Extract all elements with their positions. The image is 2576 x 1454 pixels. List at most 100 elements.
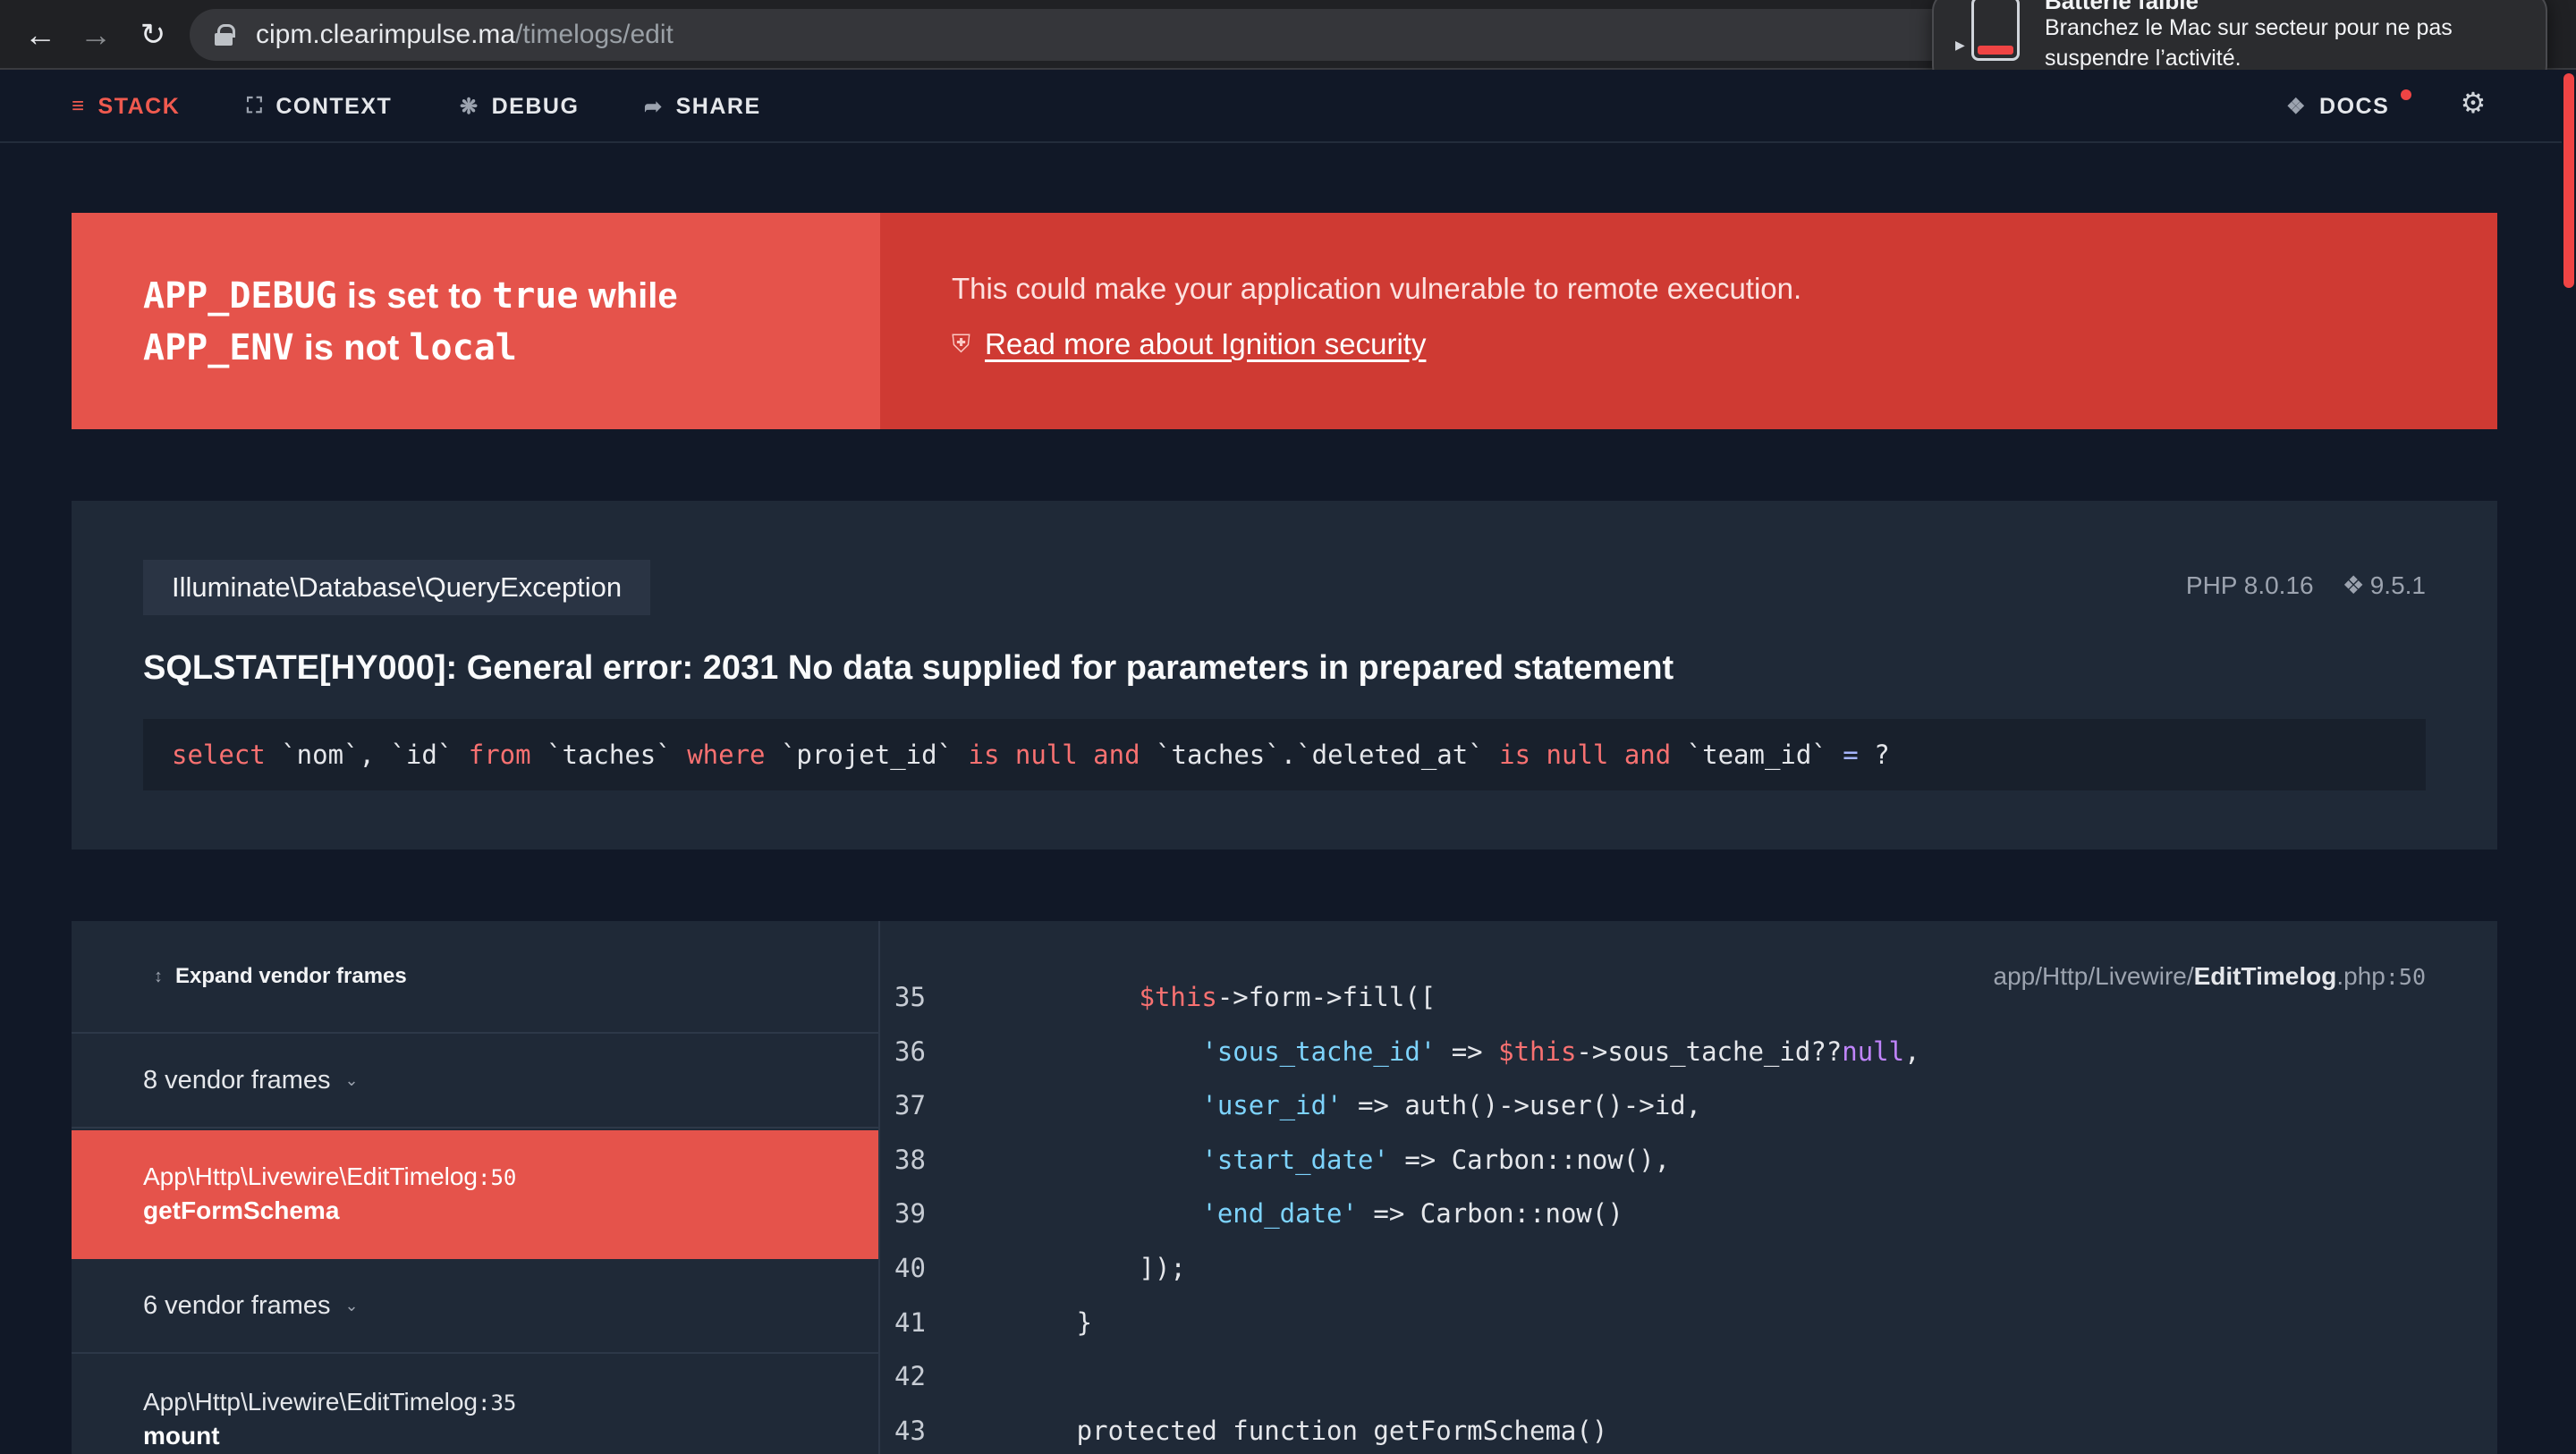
- code-token: ,: [1904, 1036, 1920, 1067]
- sql-token: `taches`.`deleted_at`: [1140, 740, 1500, 770]
- code-line: 35 $this->form->fill([: [880, 982, 2497, 1032]
- version-info: PHP 8.0.16 ❖ 9.5.1: [2186, 571, 2426, 600]
- code-token: }: [952, 1306, 1093, 1338]
- notification-body: Branchez le Mac sur secteur pour ne pas …: [2045, 15, 2453, 71]
- code-token: 'start_date': [1201, 1144, 1389, 1175]
- tab-debug-label: DEBUG: [491, 93, 580, 119]
- forward-arrow-icon[interactable]: →: [75, 14, 116, 55]
- ignition-nav: ≡ STACK ⛶ CONTEXT ❋ DEBUG ➦ SHARE ❖ DOCS: [0, 70, 2562, 143]
- security-warning-title: APP_DEBUG is set to true while APP_ENV i…: [72, 213, 880, 429]
- docs-link[interactable]: ❖ DOCS: [2286, 91, 2389, 122]
- frame-method: mount: [143, 1422, 220, 1450]
- gear-icon[interactable]: ⚙: [2458, 87, 2488, 119]
- frame-line-number: :50: [478, 1165, 517, 1190]
- exception-message: SQLSTATE[HY000]: General error: 2031 No …: [143, 649, 1674, 687]
- code-token: ->sous_tache_id??: [1576, 1036, 1843, 1067]
- tab-stack-label: STACK: [97, 93, 181, 119]
- true-code: true: [492, 275, 579, 317]
- frame-class-name: App\Http\Livewire\EditTimelog: [143, 1388, 479, 1416]
- chevron-down-icon: ⌄: [344, 1070, 359, 1089]
- stack-frame-selected[interactable]: App\Http\Livewire\EditTimelog:50 getForm…: [72, 1130, 878, 1259]
- frame-class: App\Http\Livewire\EditTimelog:35: [143, 1388, 878, 1416]
- tab-stack[interactable]: ≡ STACK: [72, 91, 180, 122]
- line-number: 43: [894, 1415, 926, 1446]
- security-link-row: ⛨ Read more about Ignition security: [952, 327, 2497, 361]
- lock-icon[interactable]: [215, 24, 235, 46]
- laravel-icon: ❖: [2286, 94, 2308, 119]
- code-viewer: app/Http/Livewire/EditTimelog.php:50 35 …: [880, 921, 2497, 1454]
- code-token: null: [1842, 1036, 1905, 1067]
- address-bar[interactable]: cipm.clearimpulse.ma/timelogs/edit: [190, 9, 2140, 61]
- code-line: 38 'start_date' => Carbon::now(),: [880, 1145, 2497, 1195]
- tab-debug[interactable]: ❋ DEBUG: [460, 91, 579, 122]
- tab-context[interactable]: ⛶ CONTEXT: [247, 91, 392, 122]
- security-warning-details: This could make your application vulnera…: [880, 213, 2497, 429]
- sql-token: `taches`: [530, 740, 688, 770]
- laravel-icon: ❖: [2342, 571, 2365, 599]
- line-number: 42: [894, 1361, 926, 1392]
- vendor-frames-label: 8 vendor frames: [143, 1065, 331, 1095]
- php-version: PHP 8.0.16: [2185, 571, 2314, 599]
- line-number: 41: [894, 1306, 926, 1338]
- chevron-down-icon: ⌄: [344, 1296, 359, 1315]
- sql-token: from: [468, 740, 531, 770]
- stack-trace-panel: ↕ Expand vendor frames 8 vendor frames ⌄…: [72, 921, 2497, 1454]
- line-number: 35: [894, 982, 926, 1012]
- vendor-frames-toggle[interactable]: 6 vendor frames ⌄: [72, 1259, 878, 1354]
- code-token: => auth()->user()->id,: [1342, 1090, 1702, 1121]
- updown-icon: ↕: [154, 966, 163, 986]
- exception-class: Illuminate\Database\QueryException: [143, 560, 651, 615]
- sql-token: `projet_id`: [765, 740, 969, 770]
- url-path: /timelogs/edit: [515, 20, 674, 49]
- code-text: 'start_date' => Carbon::now(),: [952, 1145, 1670, 1175]
- code-token: ]);: [952, 1253, 1186, 1283]
- security-text: is set to: [336, 276, 493, 316]
- code-line: 36 'sous_tache_id' => $this->sous_tache_…: [880, 1036, 2497, 1086]
- line-number: 36: [894, 1036, 926, 1067]
- security-line-1: APP_DEBUG is set to true while: [143, 270, 880, 322]
- page-root: ← → ↻ cipm.clearimpulse.ma/timelogs/edit…: [0, 0, 2576, 1454]
- app-debug-code: APP_DEBUG: [143, 275, 337, 317]
- shield-icon: ⛨: [952, 329, 971, 358]
- expand-caret-icon[interactable]: ▶: [1955, 38, 1965, 53]
- code-token: 'end_date': [1201, 1198, 1358, 1230]
- laravel-version: 9.5.1: [2369, 571, 2426, 599]
- code-token: 'sous_tache_id': [1201, 1036, 1436, 1067]
- security-docs-link[interactable]: Read more about Ignition security: [985, 327, 1426, 361]
- docs-label: DOCS: [2319, 93, 2390, 119]
- vendor-frames-toggle[interactable]: 8 vendor frames ⌄: [72, 1034, 878, 1129]
- frame-line-number: :35: [478, 1391, 517, 1416]
- frame-class-name: App\Http\Livewire\EditTimelog: [143, 1162, 479, 1190]
- scrollbar-thumb[interactable]: [2563, 73, 2574, 288]
- expand-vendor-frames-button[interactable]: ↕ Expand vendor frames: [72, 921, 878, 1034]
- code-token: $this: [1139, 982, 1217, 1012]
- code-token: => Carbon::now(),: [1388, 1144, 1671, 1175]
- docs-notification-dot: [2401, 89, 2411, 100]
- line-number: 38: [894, 1144, 926, 1175]
- tab-context-label: CONTEXT: [275, 93, 393, 119]
- local-code: local: [409, 327, 517, 368]
- stack-frame[interactable]: App\Http\Livewire\EditTimelog:35 mount: [72, 1356, 878, 1454]
- reload-icon[interactable]: ↻: [132, 14, 174, 55]
- tab-share[interactable]: ➦ SHARE: [644, 91, 761, 122]
- code-text: 'end_date' => Carbon::now(): [952, 1198, 1623, 1229]
- code-line: 43 protected function getFormSchema(): [880, 1416, 2497, 1454]
- sql-token: select: [172, 740, 266, 770]
- code-line: 39 'end_date' => Carbon::now(): [880, 1198, 2497, 1248]
- line-number: 39: [894, 1198, 926, 1230]
- context-icon: ⛶: [247, 94, 264, 118]
- back-arrow-icon[interactable]: ←: [20, 14, 61, 55]
- vendor-frames-label: 6 vendor frames: [143, 1290, 331, 1320]
- code-line: 37 'user_id' => auth()->user()->id,: [880, 1090, 2497, 1140]
- stack-icon: ≡: [72, 94, 86, 118]
- battery-icon: [1971, 0, 2020, 61]
- security-message: This could make your application vulnera…: [952, 272, 1802, 305]
- tab-share-label: SHARE: [675, 93, 761, 119]
- sql-query: select `nom`, `id` from `taches` where `…: [143, 719, 2426, 790]
- sql-token: is null and: [968, 740, 1140, 770]
- security-text: is not: [293, 328, 410, 368]
